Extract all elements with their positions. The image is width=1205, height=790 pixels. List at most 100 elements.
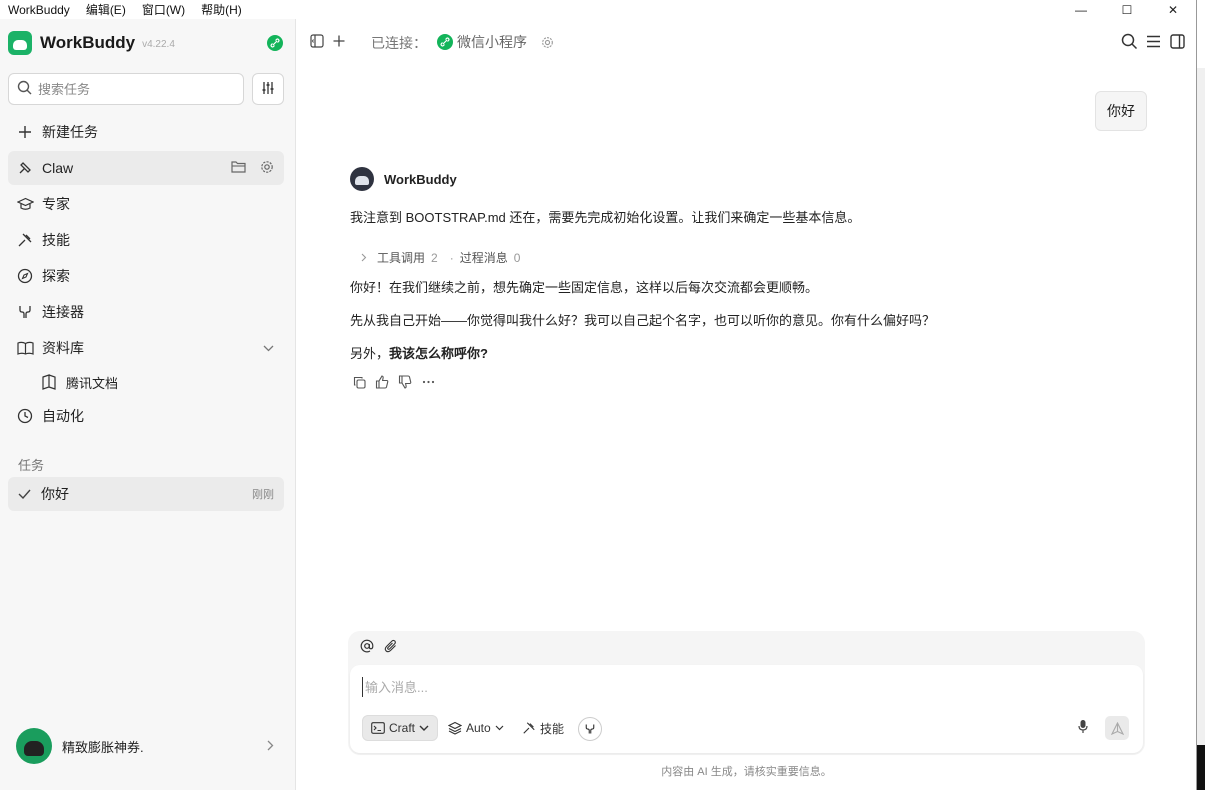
skills-label: 技能 — [540, 721, 565, 736]
search-input[interactable] — [38, 81, 228, 97]
chevron-right-icon — [361, 253, 367, 262]
connector-chip[interactable]: 微信小程序 — [437, 32, 554, 52]
new-chat-icon[interactable] — [329, 31, 349, 51]
filter-button[interactable] — [252, 73, 284, 105]
task-title: 你好 — [41, 486, 69, 502]
assistant-message-line: 你好！在我们继续之前，想先确定一些固定信息，这样以后每次交流都会更顺畅。 — [350, 280, 819, 295]
menu-help[interactable]: 帮助(H) — [193, 1, 250, 18]
window-controls: — ☐ ✕ — [1058, 0, 1196, 19]
plus-icon — [16, 123, 34, 141]
assistant-name: WorkBuddy — [384, 171, 457, 187]
user-profile[interactable]: 精致膨胀神券. — [16, 728, 278, 764]
connector-name: 微信小程序 — [457, 34, 527, 50]
line-prefix: 另外， — [350, 346, 390, 361]
more-icon[interactable] — [421, 375, 435, 389]
sidebar-item-library[interactable]: 资料库 — [8, 331, 284, 365]
menu-bar: WorkBuddy 编辑(E) 窗口(W) 帮助(H) — ☐ ✕ — [0, 0, 1196, 19]
mode-select[interactable]: Craft — [362, 715, 439, 741]
sidebar-item-label: 技能 — [42, 232, 70, 248]
clock-icon — [16, 407, 34, 425]
assistant-message-line: 另外，我该怎么称呼你? — [350, 343, 488, 362]
sidebar-item-automation[interactable]: 自动化 — [8, 399, 284, 433]
layers-icon — [448, 721, 462, 735]
chevron-right-icon — [267, 739, 274, 754]
brand: WorkBuddy v4.22.4 — [8, 31, 175, 55]
task-time: 刚刚 — [252, 489, 274, 501]
menu-app[interactable]: WorkBuddy — [0, 3, 78, 17]
mode-label: Craft — [389, 721, 416, 735]
chevron-down-icon — [419, 725, 429, 731]
task-item[interactable]: 你好 刚刚 — [8, 477, 284, 511]
skills-icon — [522, 721, 536, 735]
tasks-section-label: 任务 — [18, 458, 45, 473]
close-button[interactable]: ✕ — [1150, 0, 1196, 19]
model-label: Auto — [466, 721, 491, 735]
tool-calls-label: 工具调用 — [377, 251, 426, 265]
composer: Craft Auto 技能 — [348, 631, 1145, 755]
search-icon — [17, 80, 32, 98]
thumbs-up-icon[interactable] — [375, 375, 389, 389]
panel-toggle-icon[interactable] — [1167, 31, 1187, 51]
wechat-miniprogram-icon — [437, 34, 453, 50]
assistant-message-line: 先从我自己开始——你觉得叫我什么好？我可以自己起个名字，也可以听你的意见。你有什… — [350, 313, 936, 328]
model-select[interactable]: Auto — [442, 715, 510, 741]
message-input[interactable] — [362, 677, 1062, 697]
composer-tools — [360, 639, 398, 653]
sidebar-item-label: 连接器 — [42, 304, 84, 320]
assistant-avatar — [350, 167, 374, 191]
sidebar-item-label: 自动化 — [42, 408, 84, 424]
graduation-cap-icon — [16, 195, 34, 213]
terminal-icon — [371, 722, 385, 734]
message-actions — [352, 375, 435, 389]
sidebar-item-label: Claw — [42, 160, 74, 176]
claw-icon — [16, 159, 34, 177]
sidebar-item-tencent-docs[interactable]: 腾讯文档 — [40, 368, 118, 396]
connector-settings-icon[interactable] — [541, 36, 554, 49]
menu-edit[interactable]: 编辑(E) — [78, 1, 134, 18]
gear-icon[interactable] — [260, 160, 274, 177]
connector-icon — [16, 303, 34, 321]
ai-disclaimer: 内容由 AI 生成，请核实重要信息。 — [661, 766, 832, 778]
toggle-sidebar-icon[interactable] — [307, 31, 327, 51]
menu-icon[interactable] — [1143, 31, 1163, 51]
sidebar-item-skills[interactable]: 技能 — [8, 223, 284, 257]
thumbs-down-icon[interactable] — [398, 375, 412, 389]
menu-window[interactable]: 窗口(W) — [134, 1, 193, 18]
version-label: v4.22.4 — [142, 39, 175, 50]
new-task-button[interactable]: 新建任务 — [8, 115, 284, 149]
folder-icon[interactable] — [231, 160, 246, 176]
search-icon[interactable] — [1119, 31, 1139, 51]
at-mention-icon[interactable] — [360, 639, 374, 653]
assistant-header: WorkBuddy — [350, 167, 457, 191]
new-task-label: 新建任务 — [42, 124, 98, 140]
paperclip-icon[interactable] — [384, 639, 398, 653]
separator-dot: · — [449, 250, 454, 265]
composer-input-area: Craft Auto 技能 — [350, 665, 1143, 753]
app-window: WorkBuddy 编辑(E) 窗口(W) 帮助(H) — ☐ ✕ WorkBu… — [0, 0, 1196, 790]
minimize-button[interactable]: — — [1058, 0, 1104, 19]
book-icon — [16, 339, 34, 357]
link-status-icon[interactable] — [267, 35, 283, 51]
microphone-icon[interactable] — [1078, 719, 1088, 734]
connector-button[interactable] — [578, 717, 602, 741]
sidebar-item-experts[interactable]: 专家 — [8, 187, 284, 221]
tool-summary[interactable]: 工具调用 2 · 过程消息 0 — [361, 249, 526, 266]
brand-name: WorkBuddy — [40, 33, 136, 52]
send-icon — [1110, 721, 1124, 735]
maximize-button[interactable]: ☐ — [1104, 0, 1150, 19]
send-button[interactable] — [1105, 716, 1129, 740]
sidebar-item-label: 腾讯文档 — [66, 375, 119, 391]
sidebar-item-explore[interactable]: 探索 — [8, 259, 284, 293]
process-count: 0 — [513, 250, 521, 265]
edge-segment — [1197, 0, 1205, 68]
compass-icon — [16, 267, 34, 285]
sidebar-item-claw[interactable]: Claw — [8, 151, 284, 185]
workbuddy-logo-icon — [8, 31, 32, 55]
avatar — [16, 728, 52, 764]
chevron-down-icon[interactable] — [263, 345, 274, 352]
skills-button[interactable]: 技能 — [516, 715, 570, 741]
edge-segment — [1197, 745, 1205, 790]
background-window-edge — [1196, 0, 1205, 790]
copy-icon[interactable] — [352, 375, 366, 389]
sidebar-item-connectors[interactable]: 连接器 — [8, 295, 284, 329]
